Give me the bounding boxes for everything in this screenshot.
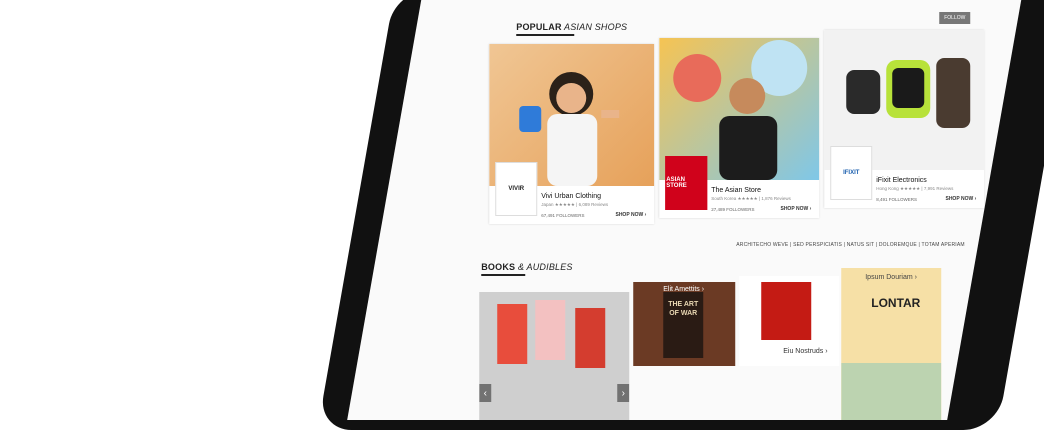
books-title-bold: BOOKS bbox=[481, 262, 516, 272]
shop-name: Vivi Urban Clothing bbox=[541, 193, 602, 200]
ifixit-logo: IFIXIT bbox=[830, 146, 873, 200]
red-book-cover bbox=[761, 282, 812, 340]
shop-now-link[interactable]: SHOP NOW › bbox=[780, 206, 811, 212]
popular-title-bold: POPULAR bbox=[516, 22, 562, 32]
shop-now-link[interactable]: SHOP NOW › bbox=[615, 212, 646, 218]
art-of-war-cover: THE ART OF WAR bbox=[663, 292, 704, 358]
vivi-logo: VIVIR bbox=[495, 162, 538, 216]
shop-followers: 67,491 FOLLOWERS bbox=[541, 213, 585, 218]
shop-meta: South Korea ★★★★★ | 1,876 Reviews bbox=[711, 196, 791, 201]
shop-card-ifixit[interactable]: IFIXIT iFixit Electronics Hong Kong ★★★★… bbox=[824, 30, 985, 208]
page-content: POPULAR ASIAN SHOPS FOLLOW VIVIR Vivi Ur… bbox=[421, 0, 1021, 420]
shop-followers: 8,491 FOLLOWERS bbox=[876, 197, 918, 202]
book-tile-lontar[interactable]: Ipsum Douriam › LONTAR bbox=[841, 268, 942, 420]
books-feature-tile[interactable]: ‹ › bbox=[479, 292, 630, 420]
popular-title-underline bbox=[516, 34, 575, 36]
shop-name: iFixit Electronics bbox=[876, 177, 927, 184]
books-title: BOOKS & AUDIBLES bbox=[481, 262, 572, 272]
popular-shops-title: POPULAR ASIAN SHOPS bbox=[516, 22, 627, 32]
follow-button[interactable]: FOLLOW bbox=[939, 12, 971, 24]
books-title-underline bbox=[481, 274, 526, 276]
shop-meta: Japan ★★★★★ | 6,089 Reviews bbox=[541, 202, 609, 207]
shop-followers: 27,489 FOLLOWERS bbox=[711, 207, 755, 212]
next-arrow[interactable]: › bbox=[617, 384, 630, 402]
shop-name: The Asian Store bbox=[711, 187, 762, 194]
book-cover bbox=[497, 304, 528, 364]
shop-card-vivi[interactable]: VIVIR Vivi Urban Clothing Japan ★★★★★ | … bbox=[489, 44, 655, 224]
book-tile-label: Ipsum Douriam › bbox=[865, 274, 917, 281]
asian-store-logo: ASIAN STORE bbox=[665, 156, 708, 210]
popular-title-rest: ASIAN SHOPS bbox=[561, 22, 628, 32]
shop-now-link[interactable]: SHOP NOW › bbox=[945, 196, 976, 202]
tablet-device: POPULAR ASIAN SHOPS FOLLOW VIVIR Vivi Ur… bbox=[317, 0, 1044, 430]
book-tile-red[interactable]: Eiu Nostruds › bbox=[739, 276, 840, 366]
lontar-title: LONTAR bbox=[871, 296, 921, 310]
book-cover bbox=[535, 300, 566, 360]
book-tile-label: Eiu Nostruds › bbox=[783, 348, 828, 355]
books-title-rest: & AUDIBLES bbox=[515, 262, 573, 272]
shop-card-asian-store[interactable]: ASIAN STORE The Asian Store South Korea … bbox=[659, 38, 820, 218]
books-category-links[interactable]: ARCHITECHO WEVE | SED PERSPICIATIS | NAT… bbox=[736, 242, 965, 248]
book-cover bbox=[575, 308, 606, 368]
book-tile-label: Elit Amettits › bbox=[663, 286, 705, 293]
book-tile-art-of-war[interactable]: THE ART OF WAR Elit Amettits › bbox=[633, 282, 736, 366]
shop-meta: Hong Kong ★★★★★ | 7,991 Reviews bbox=[876, 186, 954, 191]
lontar-cover-art bbox=[841, 363, 942, 420]
tablet-screen: POPULAR ASIAN SHOPS FOLLOW VIVIR Vivi Ur… bbox=[347, 0, 1022, 420]
prev-arrow[interactable]: ‹ bbox=[479, 384, 492, 402]
